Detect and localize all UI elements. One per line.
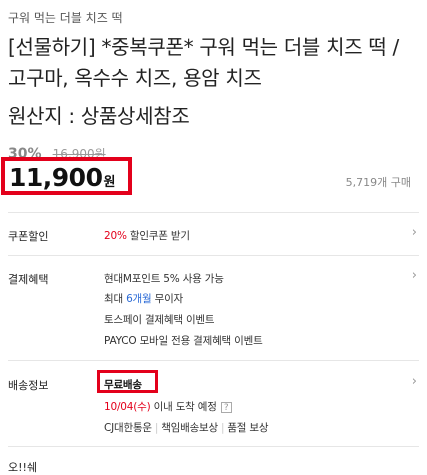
payment-benefit-label: 결제혜택 bbox=[8, 273, 49, 286]
payment-benefit-4: PAYCO 모바일 전용 결제혜택 이벤트 bbox=[104, 335, 263, 347]
chevron-right-icon[interactable]: › bbox=[412, 374, 417, 389]
divider bbox=[8, 446, 419, 447]
coupon-percent: 20% bbox=[104, 230, 127, 242]
separator: | bbox=[220, 422, 225, 434]
delivery-compensation: 책임배송보상 bbox=[161, 422, 218, 434]
free-shipping: 무료배송 bbox=[104, 379, 142, 391]
chevron-right-icon[interactable]: › bbox=[412, 225, 417, 240]
delivery-date: 10/04(수) bbox=[104, 401, 151, 413]
purchase-count: 5,719개 구매 bbox=[345, 176, 411, 189]
shipping-services: CJ대한통운 | 책임배송보상 | 품절 보상 bbox=[104, 420, 269, 435]
divider bbox=[8, 360, 419, 361]
product-subtitle: 구워 먹는 더블 치즈 떡 bbox=[8, 11, 123, 25]
divider bbox=[8, 255, 419, 256]
sale-price-value: 11,900 bbox=[9, 163, 103, 192]
chevron-right-icon[interactable]: › bbox=[412, 268, 417, 283]
payment-benefit-3: 토스페이 결제혜택 이벤트 bbox=[104, 314, 215, 326]
delivery-estimate: 10/04(수) 이내 도착 예정? bbox=[104, 399, 232, 414]
payment-benefit-2-suffix: 무이자 bbox=[151, 293, 184, 305]
courier-name: CJ대한통운 bbox=[104, 422, 152, 434]
payment-benefit-2-prefix: 최대 bbox=[104, 293, 127, 305]
separator: | bbox=[154, 422, 159, 434]
installment-months: 6개월 bbox=[126, 293, 152, 305]
product-origin: 원산지 : 상품상세참조 bbox=[8, 104, 190, 128]
coupon-download-link[interactable]: 20% 할인쿠폰 받기 bbox=[104, 228, 190, 243]
product-title: [선물하기] *중복쿠폰* 구워 먹는 더블 치즈 떡 / 고구마, 옥수수 치… bbox=[8, 35, 399, 90]
next-section-label: 오!!쉐 bbox=[8, 461, 38, 474]
payment-benefit-1: 현대M포인트 5% 사용 가능 bbox=[104, 273, 224, 285]
sale-price-unit: 원 bbox=[103, 175, 116, 190]
divider bbox=[8, 212, 419, 213]
help-icon[interactable]: ? bbox=[220, 401, 232, 413]
delivery-date-suffix: 이내 도착 예정 bbox=[153, 401, 217, 413]
sale-price: 11,900원 bbox=[9, 163, 115, 192]
coupon-text: 할인쿠폰 받기 bbox=[129, 230, 190, 242]
payment-benefit-2: 최대 6개월 무이자 bbox=[104, 291, 183, 306]
soldout-compensation: 품절 보상 bbox=[227, 422, 269, 434]
coupon-label: 쿠폰할인 bbox=[8, 230, 49, 243]
shipping-label: 배송정보 bbox=[8, 379, 49, 392]
